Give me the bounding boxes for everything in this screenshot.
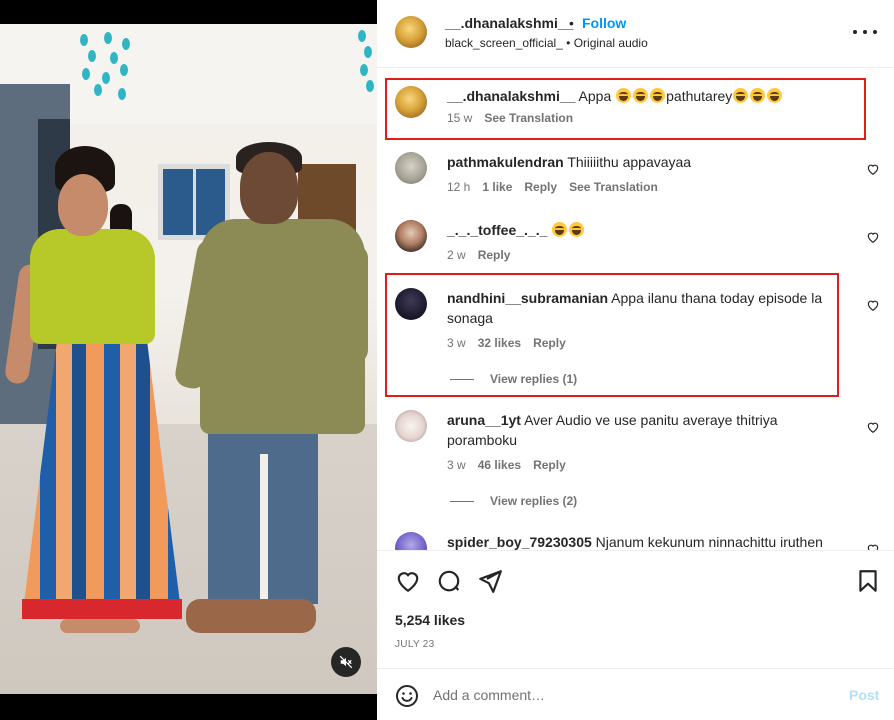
commenter-avatar[interactable] [395,220,427,252]
post-media[interactable] [0,0,377,720]
view-replies-button[interactable]: View replies (2) [450,494,577,508]
comment-body: nandhini__subramanian Appa ilanu thana t… [447,288,837,328]
comment-body: spider_boy_79230305 Njanum kekunum ninna… [447,532,857,550]
author-username[interactable]: __.dhanalakshmi__ [445,15,573,31]
comment-meta: 15 w See Translation [447,111,573,125]
reply-button[interactable]: Reply [478,248,511,262]
commenter-username[interactable]: _._._toffee_._._ [447,222,547,238]
commenter-avatar[interactable] [395,86,427,118]
comment-text: pathutarey [666,88,733,104]
more-icon [873,30,877,34]
laughing-emoji-icon [732,88,783,104]
person-man-pants [208,424,318,604]
reply-button[interactable]: Reply [533,336,566,350]
see-translation-button[interactable]: See Translation [569,180,658,194]
commenter-avatar[interactable] [395,532,427,550]
comment-likes[interactable]: 32 likes [478,336,521,350]
person-woman-blouse [30,229,155,344]
person-man-head [240,152,298,224]
laughing-emoji-icon [615,88,666,104]
post-header: __.dhanalakshmi__ • Follow black_screen_… [377,0,894,68]
garland-decoration [356,24,376,94]
share-icon[interactable] [477,568,503,594]
header-separator: • [569,15,574,31]
comment-like-heart-icon[interactable] [866,420,880,434]
comment-icon[interactable] [436,568,462,594]
commenter-avatar[interactable] [395,152,427,184]
comment-text: Appa [578,88,612,104]
comment-text: Thiiiiithu appavayaa [567,154,692,170]
commenter-avatar[interactable] [395,410,427,442]
replies-divider [450,378,474,380]
reply-button[interactable]: Reply [524,180,557,194]
commenter-username[interactable]: aruna__1yt [447,412,521,428]
reply-button[interactable]: Reply [533,458,566,472]
mute-button[interactable] [331,647,361,677]
comment-time[interactable]: 3 w [447,458,466,472]
comment-time[interactable]: 12 h [447,180,470,194]
comment-body: __.dhanalakshmi__ Appa pathutarey [447,86,847,106]
view-replies-label: View replies (1) [490,372,578,386]
commenter-username[interactable]: pathmakulendran [447,154,564,170]
comments-list[interactable]: __.dhanalakshmi__ Appa pathutarey 15 w S… [377,68,894,550]
comment-text: Njanum kekunum ninnachittu iruthen [595,534,823,550]
comment-meta: 3 w 32 likes Reply [447,336,566,350]
post-actions: 5,254 likes JULY 23 [377,550,894,668]
person-man-shirt [200,219,365,434]
view-replies-button[interactable]: View replies (1) [450,372,577,386]
post-comment-button[interactable]: Post [849,687,879,703]
comment-like-heart-icon[interactable] [866,542,880,550]
audio-attribution[interactable]: black_screen_official_ • Original audio [445,36,648,50]
comment-likes[interactable]: 46 likes [478,458,521,472]
comment-body: _._._toffee_._._ [447,220,847,240]
commenter-username[interactable]: spider_boy_79230305 [447,534,592,550]
add-comment-bar: Post [377,668,894,720]
comment-like-heart-icon[interactable] [866,298,880,312]
commenter-username[interactable]: nandhini__subramanian [447,290,608,306]
post-date[interactable]: JULY 23 [395,639,435,650]
person-woman-feet [60,619,140,633]
post-side-panel: __.dhanalakshmi__ • Follow black_screen_… [377,0,894,720]
comment-body: aruna__1yt Aver Audio ve use panitu aver… [447,410,837,450]
laughing-emoji-icon [551,222,585,238]
person-woman-skirt-hem [22,599,182,619]
comment-time[interactable]: 2 w [447,248,466,262]
comment-meta: 12 h 1 like Reply See Translation [447,180,658,194]
view-replies-label: View replies (2) [490,494,578,508]
heart-icon[interactable] [395,568,421,594]
comment-input[interactable] [433,683,813,707]
bookmark-icon[interactable] [855,568,881,594]
comment-time[interactable]: 15 w [447,111,472,125]
see-translation-button[interactable]: See Translation [484,111,573,125]
comment-meta: 2 w Reply [447,248,510,262]
more-options-button[interactable] [853,22,877,42]
person-man-feet [186,599,316,633]
video-frame [0,24,377,694]
comment-time[interactable]: 3 w [447,336,466,350]
commenter-avatar[interactable] [395,288,427,320]
more-icon [853,30,857,34]
comment-likes[interactable]: 1 like [482,180,512,194]
comment-like-heart-icon[interactable] [866,162,880,176]
more-icon [863,30,867,34]
comment-like-heart-icon[interactable] [866,230,880,244]
comment-body: pathmakulendran Thiiiiithu appavayaa [447,152,847,172]
garland-decoration [80,24,130,114]
follow-button[interactable]: Follow [582,15,626,31]
person-woman-head [58,174,108,236]
author-avatar[interactable] [395,16,427,48]
mute-icon [339,655,353,669]
commenter-username[interactable]: __.dhanalakshmi__ [447,88,575,104]
likes-count[interactable]: 5,254 likes [395,612,465,628]
emoji-icon[interactable] [395,684,419,708]
comment-meta: 3 w 46 likes Reply [447,458,566,472]
replies-divider [450,500,474,502]
